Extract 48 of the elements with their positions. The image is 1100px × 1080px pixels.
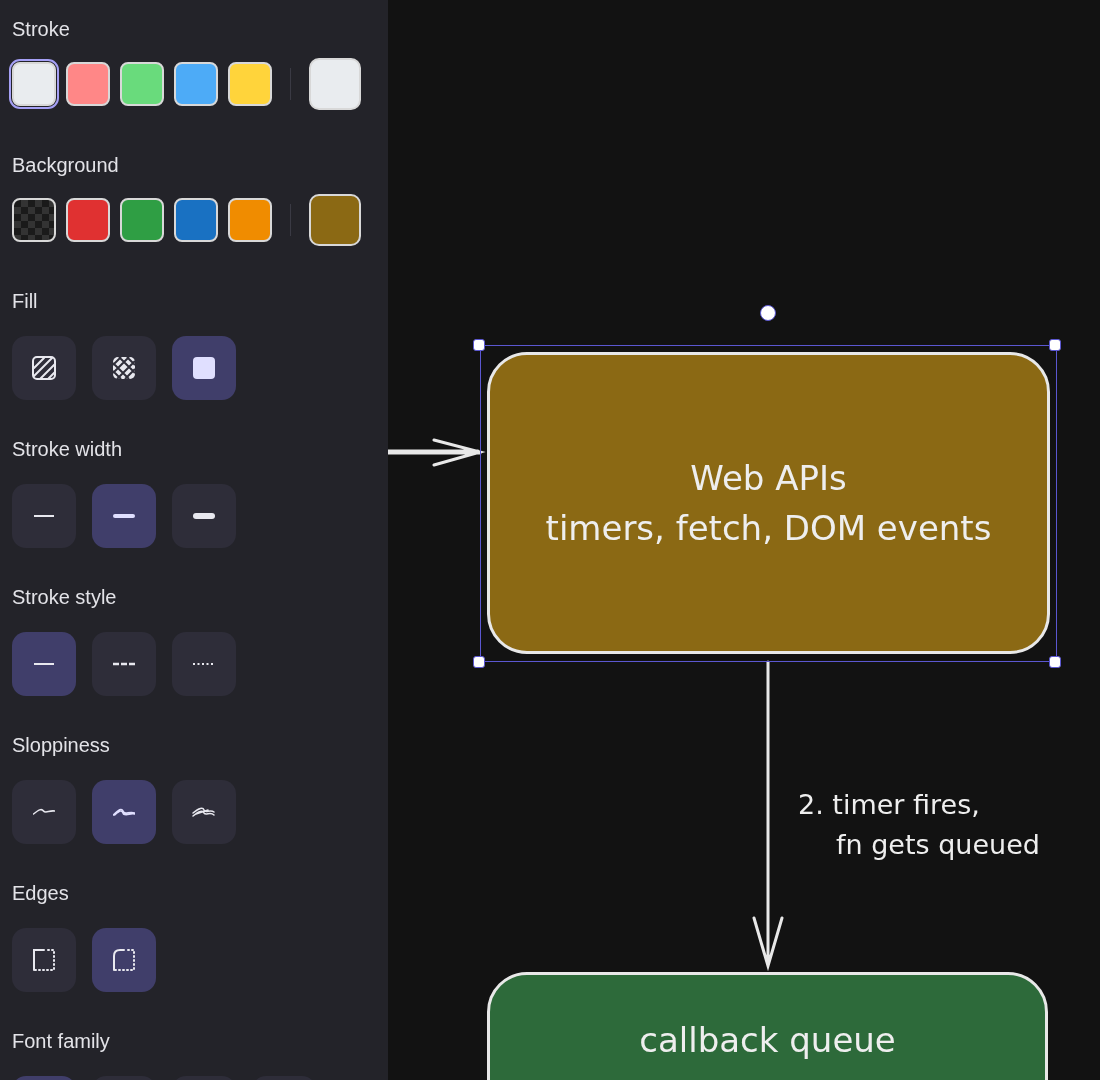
- option-button[interactable]: [92, 484, 156, 548]
- rotation-handle[interactable]: [759, 305, 776, 321]
- option-button[interactable]: [172, 484, 236, 548]
- resize-handle[interactable]: [473, 656, 485, 668]
- option-button[interactable]: [92, 928, 156, 992]
- box-text: Web APIs timers, fetch, DOM events: [545, 457, 992, 550]
- color-swatch[interactable]: [228, 62, 272, 106]
- section-label: Stroke width: [12, 437, 124, 462]
- section-label: Background: [12, 153, 120, 178]
- resize-handle[interactable]: [1049, 656, 1061, 668]
- solid-fill-icon: [190, 354, 218, 382]
- section-label: Stroke style: [12, 585, 118, 610]
- color-swatch[interactable]: [66, 198, 110, 242]
- color-swatch[interactable]: [174, 198, 218, 242]
- option-button[interactable]: [172, 336, 236, 400]
- section-label: Fill: [12, 289, 39, 314]
- color-swatch[interactable]: [174, 62, 218, 106]
- box-text: callback queue: [639, 1019, 896, 1062]
- cross-hatch-fill-icon: [110, 354, 138, 382]
- color-swatch[interactable]: [228, 198, 272, 242]
- round-corner-icon: [110, 946, 138, 974]
- color-swatch[interactable]: [66, 62, 110, 106]
- squiggle-icon: [33, 808, 55, 816]
- sharp-corner-icon: [30, 946, 58, 974]
- hachure-fill-icon: [30, 354, 58, 382]
- resize-handle[interactable]: [1049, 339, 1061, 351]
- dotted-line-icon: [193, 662, 215, 666]
- option-button[interactable]: [12, 928, 76, 992]
- color-swatch[interactable]: [120, 62, 164, 106]
- resize-handle[interactable]: [473, 339, 485, 351]
- transparent-swatch[interactable]: [12, 198, 56, 242]
- option-button[interactable]: [12, 336, 76, 400]
- dashed-line-icon: [113, 662, 135, 666]
- thin-line-icon: [33, 514, 55, 518]
- solid-line-icon: [33, 662, 55, 666]
- section-label: Sloppiness: [12, 733, 111, 758]
- current-color-swatch[interactable]: [309, 58, 361, 110]
- section-label: Stroke: [12, 17, 71, 42]
- section-label: Edges: [12, 881, 70, 906]
- current-color-swatch[interactable]: [309, 194, 361, 246]
- medium-line-icon: [113, 513, 135, 519]
- color-swatch[interactable]: [12, 62, 56, 106]
- squiggle-icon: [113, 807, 135, 817]
- thick-line-icon: [193, 512, 215, 520]
- section-label: Font family: [12, 1029, 111, 1054]
- color-swatch[interactable]: [120, 198, 164, 242]
- option-button[interactable]: [92, 336, 156, 400]
- arrow-label: 2. timer fires, fn gets queued: [798, 788, 1040, 862]
